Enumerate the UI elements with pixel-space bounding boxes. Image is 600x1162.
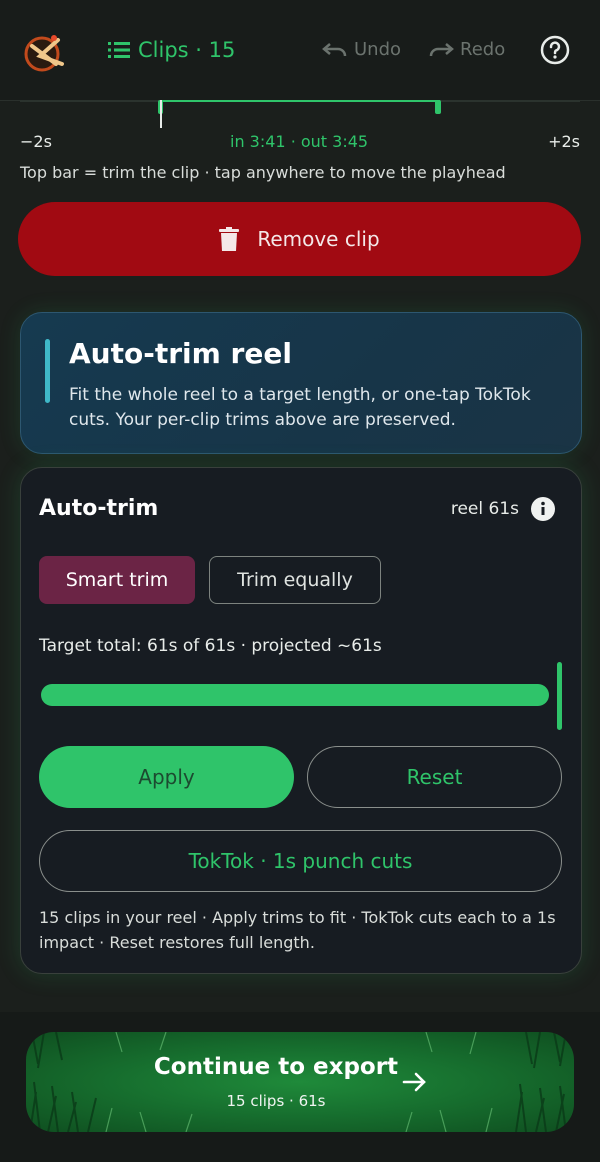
trim-inout-label: in 3:41 · out 3:45	[230, 132, 369, 151]
target-total-text: Target total: 61s of 61s · projected ~61…	[39, 636, 382, 656]
undo-label: Undo	[354, 39, 402, 60]
trim-out-handle[interactable]	[435, 100, 441, 114]
target-slider-fill[interactable]	[41, 684, 549, 706]
auto-trim-footer: 15 clips in your reel · Apply trims to f…	[39, 908, 556, 952]
info-card-body: Fit the whole reel to a target length, o…	[69, 385, 531, 430]
continue-export-button[interactable]: Continue to export 15 clips · 61s	[26, 1032, 574, 1132]
target-slider-thumb[interactable]	[557, 662, 562, 730]
redo-label: Redo	[460, 39, 506, 60]
export-title: Continue to export	[153, 1054, 399, 1080]
apply-label: Apply	[138, 765, 195, 789]
trim-equally-label: Trim equally	[237, 569, 353, 591]
trim-hint: Top bar = trim the clip · tap anywhere t…	[20, 163, 506, 182]
auto-trim-info-card: Auto-trim reel Fit the whole reel to a t…	[20, 312, 582, 454]
redo-button[interactable]: Redo	[428, 39, 505, 60]
toktok-button[interactable]: TokTok · 1s punch cuts	[39, 830, 562, 892]
info-card-title: Auto-trim reel	[69, 337, 292, 370]
grass-background	[29, 1032, 567, 1132]
trim-equally-button[interactable]: Trim equally	[209, 556, 381, 604]
info-accent-bar	[45, 339, 50, 403]
auto-trim-title: Auto-trim	[39, 496, 159, 521]
export-subtitle: 15 clips · 61s	[226, 1092, 326, 1110]
remove-clip-label: Remove clip	[257, 227, 380, 251]
clips-tab[interactable]: Clips · 15	[108, 38, 235, 62]
info-icon[interactable]	[531, 497, 555, 521]
list-icon	[108, 42, 130, 58]
reel-length: reel 61s	[450, 499, 519, 519]
undo-icon	[322, 42, 347, 56]
clips-tab-label: Clips · 15	[138, 38, 236, 62]
arrow-right-icon	[402, 1072, 426, 1092]
smart-trim-label: Smart trim	[65, 569, 169, 591]
toktok-label: TokTok · 1s punch cuts	[188, 849, 413, 873]
reset-button[interactable]: Reset	[307, 746, 562, 808]
trash-icon	[219, 227, 240, 251]
smart-trim-button[interactable]: Smart trim	[39, 556, 195, 604]
app-logo-icon[interactable]	[22, 30, 66, 74]
trim-plus-label: +2s	[548, 132, 580, 151]
apply-button[interactable]: Apply	[39, 746, 294, 808]
help-icon[interactable]	[540, 35, 570, 65]
trim-range	[160, 100, 440, 102]
playhead[interactable]	[160, 100, 162, 128]
remove-clip-button[interactable]: Remove clip	[18, 202, 581, 276]
trim-minus-label: −2s	[20, 132, 52, 151]
undo-button[interactable]: Undo	[322, 39, 401, 60]
top-bar: Clips · 15 Undo Redo	[0, 0, 600, 101]
redo-icon	[429, 42, 454, 56]
auto-trim-card: Auto-trim reel 61s Smart trim Trim equal…	[20, 467, 582, 974]
reset-label: Reset	[406, 765, 463, 789]
